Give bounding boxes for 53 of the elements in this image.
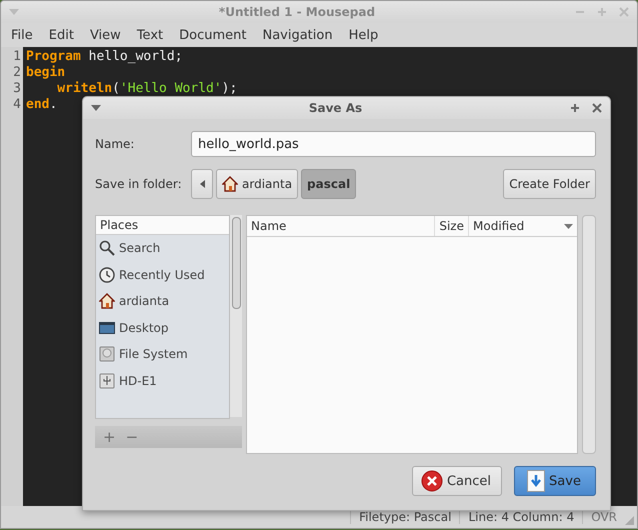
menu-item[interactable]: View (82, 28, 129, 42)
caret-icon[interactable] (91, 105, 101, 111)
code-line: end. (26, 97, 58, 113)
folder-label: Save in folder: (95, 177, 183, 191)
column-header[interactable]: Size (435, 216, 469, 236)
place-item[interactable]: Recently Used (96, 262, 229, 288)
window-title: *Untitled 1 - Mousepad (218, 5, 376, 19)
drive-icon (99, 372, 115, 389)
maximize-icon[interactable] (570, 103, 580, 113)
cancel-icon (420, 470, 443, 492)
clock-icon (99, 266, 115, 283)
left-arrow-icon (200, 180, 204, 188)
menu-item[interactable]: Edit (40, 28, 82, 42)
line-number: 3 (13, 81, 21, 97)
place-item[interactable]: HD-E1 (96, 368, 229, 394)
menu-item[interactable]: Text (128, 28, 172, 42)
scrollbar[interactable] (230, 215, 242, 417)
cancel-button[interactable]: Cancel (412, 466, 502, 496)
code-line: begin (26, 65, 66, 81)
drive-icon (99, 346, 115, 362)
place-item[interactable]: ardianta (96, 288, 229, 314)
column-header[interactable]: Places (96, 216, 229, 235)
path-button[interactable]: pascal (301, 169, 356, 199)
scrollbar[interactable] (582, 215, 596, 454)
search-icon (99, 240, 115, 256)
code-line: writeln('Hello World'); (56, 81, 238, 97)
menu-item[interactable]: Help (340, 28, 386, 42)
column-header[interactable]: Name (247, 216, 436, 236)
line-number: 2 (13, 65, 21, 81)
close-icon[interactable] (592, 103, 602, 113)
line-number: 1 (13, 49, 21, 65)
sort-arrow-icon (564, 224, 573, 228)
code-line: Program hello_world; (26, 49, 183, 65)
home-icon (99, 293, 115, 310)
desktop-icon (99, 320, 115, 336)
place-item[interactable]: Desktop (96, 314, 229, 341)
download-icon (527, 470, 546, 492)
menu-item[interactable]: Navigation (254, 28, 341, 42)
place-item[interactable]: File System (96, 341, 229, 368)
menu-item[interactable]: Document (171, 28, 254, 42)
path-button[interactable]: ardianta (216, 169, 298, 199)
name-field[interactable]: hello_world.pas (191, 131, 596, 157)
home-icon (222, 176, 238, 192)
dialog-title: Save As (308, 101, 364, 115)
back-button[interactable] (191, 169, 213, 199)
name-label: Name: (95, 137, 136, 151)
menu-item[interactable]: File (3, 28, 41, 42)
place-item[interactable]: Search (96, 235, 229, 262)
resize-grip-icon[interactable] (625, 516, 634, 524)
create-folder-button[interactable]: Create Folder (503, 169, 596, 199)
column-header[interactable]: Modified (469, 216, 577, 236)
save-button[interactable]: Save (514, 466, 596, 496)
line-number: 4 (13, 97, 21, 113)
